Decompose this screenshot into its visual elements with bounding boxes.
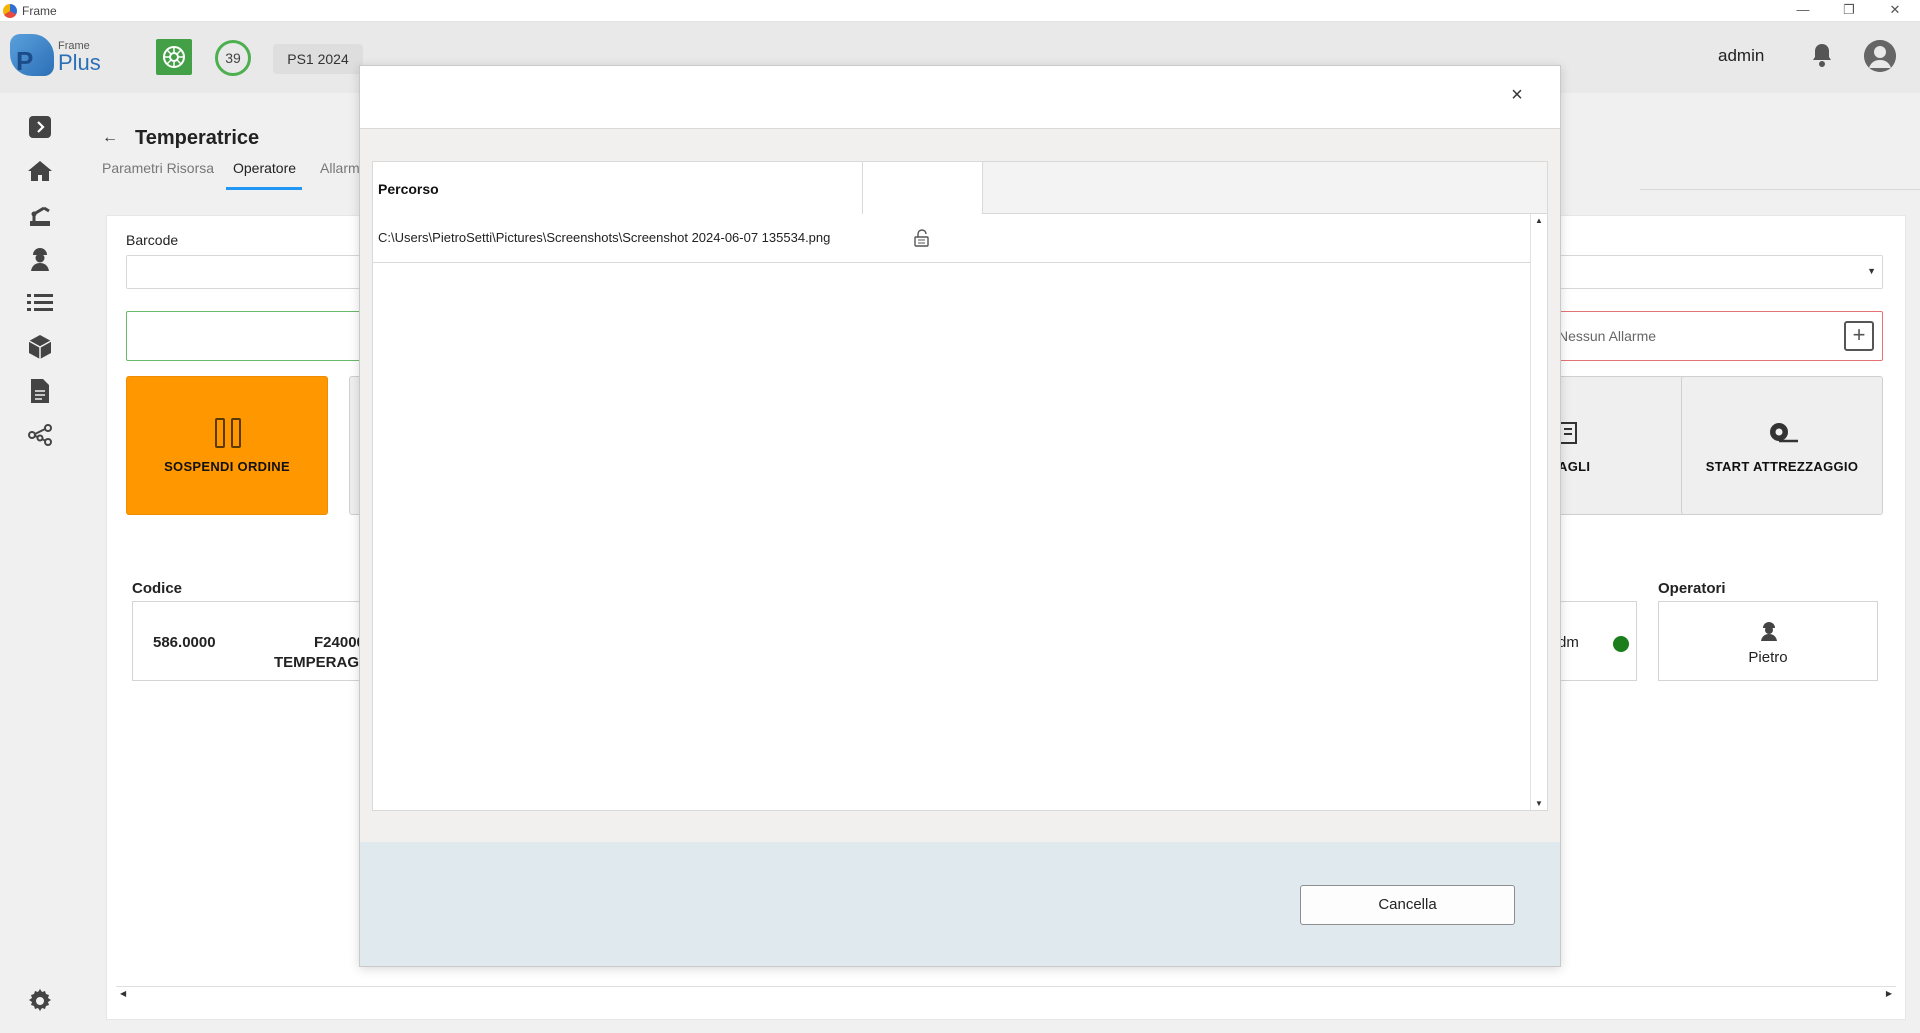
column-header-path[interactable]: Percorso	[373, 162, 863, 214]
tab-divider	[1640, 189, 1920, 190]
sidebar-item-home[interactable]	[26, 157, 54, 185]
start-setup-label: START ATTREZZAGGIO	[1705, 459, 1859, 474]
order-code: F24000	[314, 634, 365, 651]
add-alarm-button[interactable]: +	[1844, 321, 1874, 351]
counter-indicator[interactable]: 39	[215, 40, 251, 76]
codice-value: 586.0000	[153, 634, 216, 651]
sidebar-item-settings[interactable]	[26, 987, 54, 1015]
close-icon[interactable]: ×	[1506, 84, 1528, 106]
column-header-actions[interactable]	[863, 162, 983, 214]
sidebar	[0, 93, 80, 1033]
operators-label: Operatori	[1658, 580, 1726, 597]
document-icon	[31, 379, 49, 403]
scroll-right-arrow-icon[interactable]: ▶	[1886, 989, 1892, 998]
user-name[interactable]: admin	[1718, 46, 1764, 66]
gear-badge-button[interactable]	[156, 39, 192, 75]
codice-label: Codice	[132, 580, 183, 597]
sidebar-item-products[interactable]	[26, 333, 54, 361]
tab-operatore[interactable]: Operatore	[233, 160, 296, 176]
dialog-header: ×	[360, 66, 1560, 129]
clipboard-icon	[1559, 422, 1577, 444]
grid-header: Percorso	[373, 162, 1547, 214]
avatar[interactable]	[1864, 40, 1896, 72]
start-setup-button[interactable]: START ATTREZZAGGIO	[1681, 376, 1883, 515]
sidebar-expand-button[interactable]	[26, 113, 54, 141]
barcode-label: Barcode	[126, 232, 179, 248]
unlock-icon[interactable]	[913, 228, 933, 248]
settings-wheel-icon	[163, 46, 185, 68]
box-icon	[28, 335, 52, 359]
order-card[interactable]: 586.0000 F24000 TEMPERAGGIO	[132, 601, 392, 681]
files-grid: Percorso C:\Users\PietroSetti\Pictures\S…	[372, 161, 1548, 811]
vertical-scrollbar[interactable]: ▲ ▼	[1530, 214, 1547, 810]
alarm-text: Nessun Allarme	[1558, 328, 1657, 344]
alarm-field: Nessun Allarme +	[1557, 311, 1883, 361]
suspend-order-button[interactable]: SOSPENDI ORDINE	[126, 376, 328, 515]
sidebar-item-documents[interactable]	[26, 377, 54, 405]
file-path-cell: C:\Users\PietroSetti\Pictures\Screenshot…	[378, 230, 831, 245]
window-title: Frame	[22, 4, 57, 18]
worker-icon	[31, 248, 49, 271]
details-label: AGLI	[1558, 459, 1591, 474]
sidebar-item-operators[interactable]	[26, 245, 54, 273]
sidebar-item-list[interactable]	[26, 289, 54, 317]
minimize-button[interactable]: —	[1780, 0, 1826, 22]
user-avatar-icon	[1864, 40, 1896, 72]
chevron-right-icon	[29, 116, 51, 138]
horizontal-scrollbar[interactable]: ◀ ▶	[116, 986, 1896, 1002]
cancel-button[interactable]: Cancella	[1300, 885, 1515, 925]
window-titlebar: Frame — ❐ ✕	[0, 0, 1920, 22]
tab-parametri-risorsa[interactable]: Parametri Risorsa	[102, 160, 214, 176]
home-icon	[28, 161, 52, 181]
scroll-down-arrow-icon[interactable]: ▼	[1535, 799, 1543, 808]
column-path-label: Percorso	[378, 181, 439, 197]
suspend-order-label: SOSPENDI ORDINE	[164, 459, 290, 474]
measure-unit: dm	[1558, 634, 1579, 651]
file-dialog: × Percorso C:\Users\PietroSetti\Pictures…	[359, 65, 1561, 967]
tab-allarmi[interactable]: Allarmi	[320, 160, 363, 176]
page-title: Temperatrice	[135, 127, 260, 149]
operator-name: Pietro	[1748, 649, 1788, 666]
dialog-footer: Cancella	[360, 842, 1560, 966]
scroll-left-arrow-icon[interactable]: ◀	[120, 989, 126, 998]
list-icon	[27, 294, 53, 311]
sidebar-item-network[interactable]	[26, 421, 54, 449]
gear-icon	[29, 989, 51, 1011]
logo-letter: P	[16, 46, 34, 76]
period-badge[interactable]: PS1 2024	[273, 44, 363, 74]
active-tab-indicator	[226, 187, 302, 190]
restore-button[interactable]: ❐	[1826, 0, 1872, 22]
table-row[interactable]: C:\Users\PietroSetti\Pictures\Screenshot…	[373, 214, 1530, 263]
status-dot	[1613, 636, 1629, 652]
window-close-button[interactable]: ✕	[1872, 0, 1918, 22]
status-field	[126, 311, 386, 361]
sidebar-item-machine[interactable]	[26, 201, 54, 229]
logo-plus-text: Plus	[58, 50, 101, 75]
measure-card[interactable]: dm	[1557, 601, 1637, 681]
app-icon	[3, 4, 17, 18]
share-network-icon	[28, 424, 52, 446]
worker-icon	[1761, 622, 1777, 641]
back-arrow-icon[interactable]: ←	[102, 129, 118, 147]
pause-icon	[215, 418, 241, 448]
chevron-down-icon[interactable]: ▼	[1867, 266, 1876, 276]
tape-icon	[1770, 423, 1798, 443]
scroll-up-arrow-icon[interactable]: ▲	[1535, 216, 1543, 225]
robot-arm-icon	[30, 206, 50, 226]
bell-icon[interactable]	[1810, 42, 1834, 68]
operator-card[interactable]: Pietro	[1658, 601, 1878, 681]
